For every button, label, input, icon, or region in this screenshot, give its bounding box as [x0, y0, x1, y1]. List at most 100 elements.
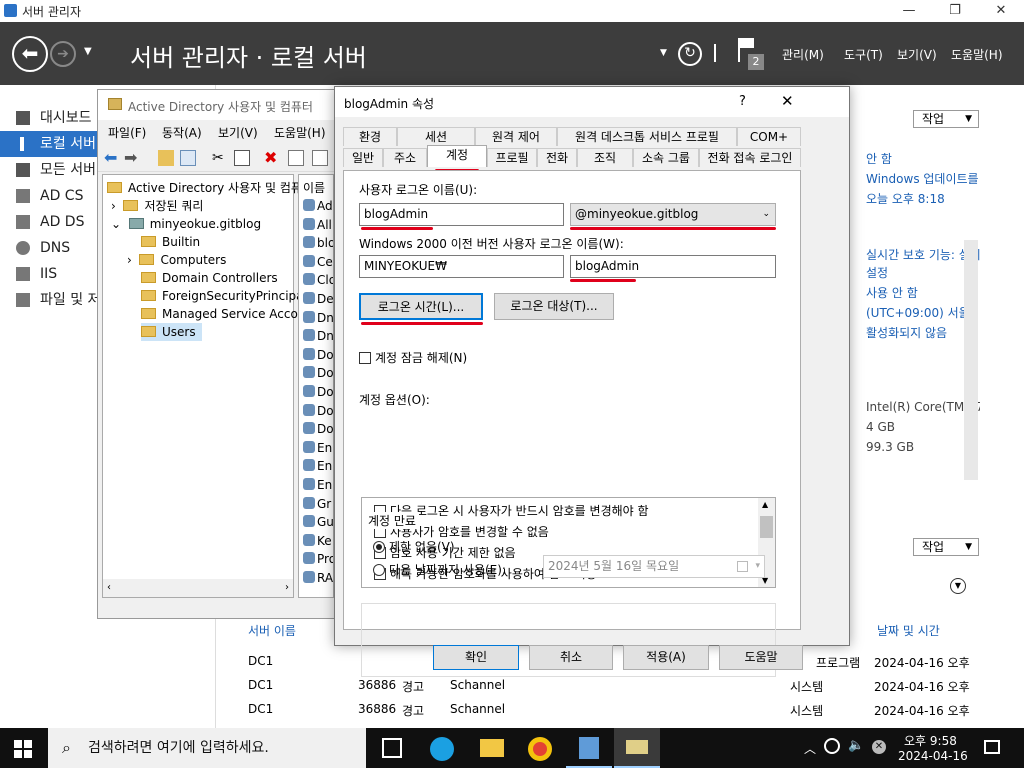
- tab-general[interactable]: 일반: [343, 148, 383, 167]
- tab-rds-profile[interactable]: 원격 데스크톱 서비스 프로필: [557, 127, 737, 146]
- up-folder-icon[interactable]: [158, 150, 174, 166]
- menu-view[interactable]: 보기(V): [897, 46, 937, 63]
- tree-item-saved-queries[interactable]: › 저장된 쿼리: [111, 197, 203, 215]
- apply-button[interactable]: 적용(A): [623, 645, 709, 670]
- logon-name-input[interactable]: blogAdmin: [359, 203, 564, 226]
- tree-item-builtin[interactable]: Builtin: [141, 233, 200, 251]
- tree-item-managed-service-accounts[interactable]: Managed Service Accounts: [141, 305, 324, 323]
- volume-muted-icon[interactable]: 🔈: [848, 738, 864, 753]
- server-manager-taskbar-icon[interactable]: [566, 728, 612, 768]
- logon-to-button[interactable]: 로그온 대상(T)...: [494, 293, 614, 320]
- start-button[interactable]: [14, 740, 32, 758]
- unlock-account-checkbox[interactable]: 계정 잠금 해제(N): [359, 349, 467, 366]
- list-item[interactable]: Do: [303, 346, 333, 364]
- maximize-button[interactable]: ❐: [932, 0, 978, 22]
- tab-dial-in[interactable]: 전화 접속 로그인: [699, 148, 801, 167]
- clock-time[interactable]: 오후 9:58: [904, 732, 957, 749]
- properties-icon[interactable]: [288, 150, 304, 166]
- list-item[interactable]: Do: [303, 420, 333, 438]
- taskbar-search-box[interactable]: ⌕ 검색하려면 여기에 입력하세요.: [48, 728, 366, 768]
- menu-help[interactable]: 도움말(H): [951, 46, 1003, 63]
- notification-center-icon[interactable]: [984, 740, 1000, 754]
- notifications-flag-icon[interactable]: 2: [736, 36, 766, 72]
- list-item[interactable]: Do: [303, 364, 333, 382]
- chrome-icon[interactable]: [528, 737, 552, 761]
- refresh-dropdown-icon[interactable]: ▼: [660, 48, 667, 58]
- cancel-button[interactable]: 취소: [529, 645, 613, 670]
- dialog-close-button[interactable]: ✕: [781, 92, 794, 110]
- task-view-icon[interactable]: [382, 738, 402, 758]
- tab-account[interactable]: 계정: [427, 145, 487, 167]
- property-value[interactable]: 활성화되지 않음: [866, 324, 947, 341]
- events-header-server[interactable]: 서버 이름: [248, 622, 296, 639]
- tree-horizontal-scrollbar[interactable]: ‹ ›: [103, 579, 293, 597]
- ad-users-taskbar-icon[interactable]: [614, 728, 660, 768]
- list-item[interactable]: Ce: [303, 253, 333, 271]
- tab-address[interactable]: 주소: [383, 148, 427, 167]
- cut-icon[interactable]: ✂: [212, 150, 228, 166]
- file-explorer-icon[interactable]: [480, 739, 504, 757]
- list-header-name[interactable]: 이름: [303, 179, 325, 197]
- events-table-row[interactable]: DC1 36886 경고 Schannel 시스템 2024-04-16 오후: [240, 678, 970, 698]
- tab-environment[interactable]: 환경: [343, 127, 397, 146]
- list-item[interactable]: Gu: [303, 513, 333, 531]
- list-item[interactable]: En: [303, 457, 332, 475]
- delete-icon[interactable]: ✖: [264, 150, 280, 166]
- ad-menu-file[interactable]: 파일(F): [108, 124, 146, 141]
- property-value[interactable]: (UTC+09:00) 서울: [866, 304, 970, 321]
- show-console-tree-icon[interactable]: [180, 150, 196, 166]
- right-scrollbar[interactable]: [964, 240, 978, 480]
- list-item[interactable]: Dn: [303, 309, 333, 327]
- tree-item-foreign-security-principals[interactable]: ForeignSecurityPrincipals: [141, 287, 313, 305]
- property-value[interactable]: 설정: [866, 264, 888, 281]
- expand-chevron-icon[interactable]: ▼: [950, 578, 966, 594]
- tab-profile[interactable]: 프로필: [487, 148, 537, 167]
- tasks-dropdown-events[interactable]: 작업 ▼: [913, 538, 979, 556]
- tab-remote-control[interactable]: 원격 제어: [475, 127, 557, 146]
- list-item[interactable]: Gr: [303, 495, 331, 513]
- ad-menu-action[interactable]: 동작(A): [162, 124, 202, 141]
- property-value[interactable]: 오늘 오후 8:18: [866, 190, 945, 207]
- expires-end-of-radio[interactable]: 다음 날짜까지 사용(E):: [373, 561, 506, 578]
- ok-button[interactable]: 확인: [433, 645, 519, 670]
- error-status-icon[interactable]: ✕: [872, 740, 886, 754]
- tree-root[interactable]: Active Directory 사용자 및 컴퓨터: [107, 179, 313, 197]
- back-arrow-icon[interactable]: ⬅: [104, 150, 120, 166]
- tree-item-domain-controllers[interactable]: Domain Controllers: [141, 269, 278, 287]
- list-item[interactable]: Do: [303, 402, 333, 420]
- network-globe-icon[interactable]: [824, 738, 840, 754]
- ad-menu-view[interactable]: 보기(V): [218, 124, 258, 141]
- list-item[interactable]: Pro: [303, 550, 333, 568]
- minimize-button[interactable]: —: [886, 0, 932, 22]
- tab-member-of[interactable]: 소속 그룹: [633, 148, 699, 167]
- tree-item-users[interactable]: Users: [141, 323, 202, 341]
- expires-never-radio[interactable]: 제한 없음(V): [373, 538, 455, 555]
- tree-item-domain[interactable]: ⌄ minyeokue.gitblog: [111, 215, 261, 233]
- list-item[interactable]: blo: [303, 234, 333, 252]
- forward-button[interactable]: ➔: [50, 41, 76, 67]
- list-item[interactable]: Dn: [303, 327, 333, 345]
- list-item[interactable]: Ke: [303, 532, 332, 550]
- back-button[interactable]: ⬅: [12, 36, 48, 72]
- copy-icon[interactable]: [234, 150, 250, 166]
- events-table-row[interactable]: DC1 36886 경고 Schannel 시스템 2024-04-16 오후: [240, 702, 970, 722]
- pre2000-name-input[interactable]: blogAdmin: [570, 255, 776, 278]
- scrollbar-thumb[interactable]: [760, 516, 773, 538]
- property-value[interactable]: Windows 업데이트를: [866, 170, 979, 187]
- close-button[interactable]: ✕: [978, 0, 1024, 22]
- property-value[interactable]: 안 함: [866, 150, 892, 167]
- list-item[interactable]: Clo: [303, 271, 333, 289]
- tab-com-plus[interactable]: COM+: [737, 127, 801, 146]
- upn-suffix-select[interactable]: @minyeokue.gitblog ⌄: [570, 203, 776, 226]
- list-item[interactable]: En: [303, 476, 332, 494]
- show-hidden-icons-chevron[interactable]: ︿: [804, 740, 816, 757]
- logon-hours-button[interactable]: 로그온 시간(L)...: [359, 293, 483, 320]
- list-item[interactable]: Ad: [303, 197, 333, 215]
- clock-date[interactable]: 2024-04-16: [898, 749, 968, 763]
- ad-menu-help[interactable]: 도움말(H): [274, 124, 326, 141]
- tasks-dropdown-top[interactable]: 작업 ▼: [913, 110, 979, 128]
- history-dropdown-icon[interactable]: ▼: [84, 46, 92, 57]
- tab-telephones[interactable]: 전화: [537, 148, 577, 167]
- tab-organization[interactable]: 조직: [577, 148, 633, 167]
- refresh-icon[interactable]: [312, 150, 328, 166]
